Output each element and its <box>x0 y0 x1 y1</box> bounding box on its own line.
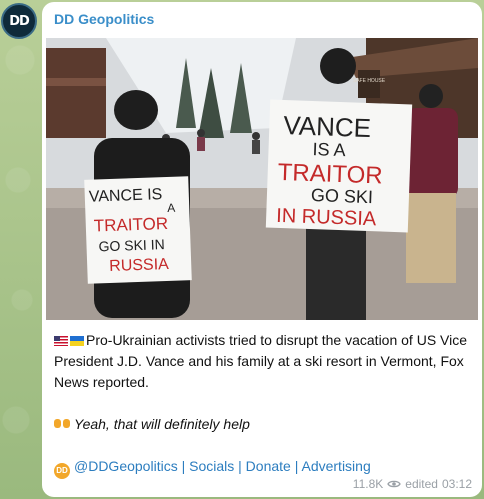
avatar-text: DD <box>9 13 30 29</box>
edited-label: edited <box>405 477 438 491</box>
sign-left-line-5: RUSSIA <box>109 256 169 275</box>
link-handle[interactable]: @DDGeopolitics <box>74 458 178 474</box>
ukraine-flag-icon <box>70 336 84 346</box>
sign-right-line-1: VANCE <box>283 110 372 143</box>
link-separator: | <box>290 458 302 474</box>
sign-right-line-4: GO SKI <box>311 185 374 207</box>
dd-logo-icon: DD <box>54 463 70 479</box>
link-separator: | <box>234 458 246 474</box>
comment-text: Yeah, that will definitely help <box>74 416 250 432</box>
main-text: Pro-Ukrainian activists tried to disrupt… <box>54 332 468 390</box>
channel-name[interactable]: DD Geopolitics <box>54 11 154 27</box>
sign-left-line-3: TRAITOR <box>94 214 169 236</box>
eye-icon <box>387 480 402 488</box>
link-separator: | <box>177 458 190 474</box>
us-flag-icon <box>54 336 68 346</box>
comment-paragraph: Yeah, that will definitely help <box>54 414 474 435</box>
link-donate[interactable]: Donate <box>246 458 291 474</box>
bow-emoji-icon <box>54 417 70 431</box>
view-count: 11.8K <box>352 477 384 491</box>
sign-left-line-4: GO SKI IN <box>98 236 165 254</box>
message-bubble: DD Geopolitics SAFE HOUSE VANCE IS A TRA… <box>42 2 482 497</box>
photo-scene: SAFE HOUSE VANCE IS A TRAITOR GO SKI IN … <box>46 38 478 320</box>
sign-right-line-2: IS A <box>312 139 346 160</box>
message-text: Pro-Ukrainian activists tried to disrupt… <box>54 330 474 479</box>
message-meta: 11.8K edited 03:12 <box>353 477 472 491</box>
sign-right-line-5: IN RUSSIA <box>276 205 377 231</box>
link-socials[interactable]: Socials <box>189 458 234 474</box>
link-advertising[interactable]: Advertising <box>301 458 370 474</box>
message-photo[interactable]: SAFE HOUSE VANCE IS A TRAITOR GO SKI IN … <box>46 38 478 320</box>
links-paragraph: DD @DDGeopolitics | Socials | Donate | Ad… <box>54 456 474 479</box>
channel-avatar[interactable]: DD <box>1 3 37 39</box>
sign-left-line-2: A <box>167 201 175 215</box>
sign-left-line-1: VANCE IS <box>89 186 163 206</box>
building-sign: SAFE HOUSE <box>353 78 386 84</box>
message-time: 03:12 <box>441 477 472 491</box>
main-paragraph: Pro-Ukrainian activists tried to disrupt… <box>54 330 474 393</box>
